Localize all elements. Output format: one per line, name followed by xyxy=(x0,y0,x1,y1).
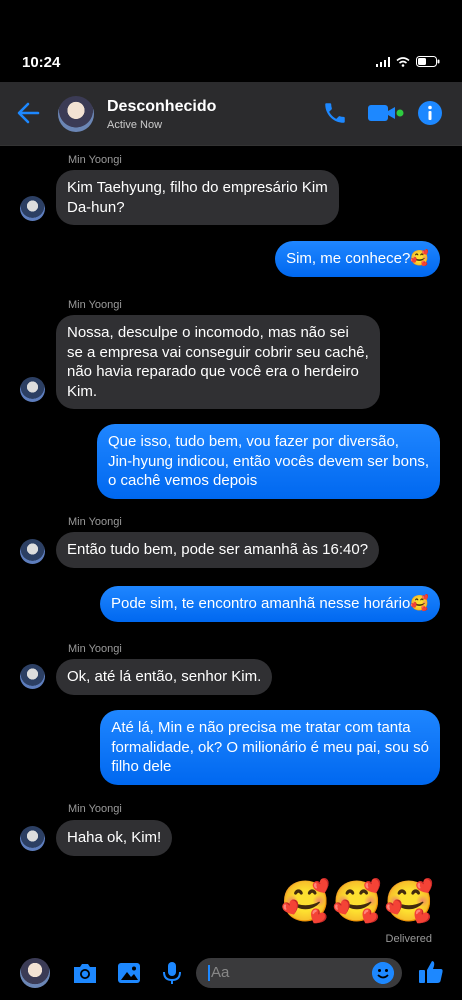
sender-name: Min Yoongi xyxy=(68,643,122,655)
gallery-icon[interactable] xyxy=(116,960,142,986)
back-arrow-icon[interactable] xyxy=(16,100,42,126)
outgoing-message[interactable]: Pode sim, te encontro amanhã nesse horár… xyxy=(99,586,440,622)
delivery-status: Delivered xyxy=(385,933,432,945)
sender-avatar[interactable] xyxy=(20,539,45,564)
message-list[interactable]: Min Yoongi Kim Taehyung, filho do empres… xyxy=(0,146,462,946)
outgoing-message[interactable]: Até lá, Min e não precisa me tratar com … xyxy=(100,710,440,785)
composer-bar: Aa xyxy=(0,946,462,1000)
signal-icon xyxy=(376,56,390,67)
sender-avatar[interactable] xyxy=(20,377,45,402)
incoming-message[interactable]: Kim Taehyung, filho do empresário Kim Da… xyxy=(56,170,339,225)
thumbs-up-icon[interactable] xyxy=(417,958,445,986)
status-icons xyxy=(376,56,440,67)
contact-name[interactable]: Desconhecido xyxy=(107,98,216,116)
status-time: 10:24 xyxy=(22,54,61,71)
my-avatar[interactable] xyxy=(20,958,50,988)
sender-avatar[interactable] xyxy=(20,826,45,851)
camera-icon[interactable] xyxy=(71,960,99,986)
contact-status: Active Now xyxy=(107,119,163,131)
conversation-header: Desconhecido Active Now xyxy=(0,82,462,146)
microphone-icon[interactable] xyxy=(160,960,184,986)
message-input[interactable]: Aa xyxy=(196,958,402,988)
contact-avatar[interactable] xyxy=(58,96,94,132)
incoming-message[interactable]: Então tudo bem, pode ser amanhã às 16:40… xyxy=(56,532,380,568)
outgoing-message[interactable]: Sim, me conhece?🥰 xyxy=(275,241,440,277)
info-icon[interactable] xyxy=(417,100,443,126)
sender-name: Min Yoongi xyxy=(68,154,122,166)
phone-icon[interactable] xyxy=(322,100,348,126)
text-caret xyxy=(208,965,210,982)
status-bar: 10:24 xyxy=(0,0,462,82)
sender-name: Min Yoongi xyxy=(68,299,122,311)
sender-name: Min Yoongi xyxy=(68,803,122,815)
sender-avatar[interactable] xyxy=(20,196,45,221)
incoming-message[interactable]: Haha ok, Kim! xyxy=(56,820,173,856)
input-placeholder: Aa xyxy=(211,964,230,981)
emoji-message[interactable]: 🥰🥰🥰 xyxy=(281,878,436,925)
sender-name: Min Yoongi xyxy=(68,516,122,528)
video-icon[interactable] xyxy=(366,100,404,126)
outgoing-message[interactable]: Que isso, tudo bem, vou fazer por divers… xyxy=(96,424,440,499)
sender-avatar[interactable] xyxy=(20,664,45,689)
incoming-message[interactable]: Nossa, desculpe o incomodo, mas não sei … xyxy=(56,315,380,409)
incoming-message[interactable]: Ok, até lá então, senhor Kim. xyxy=(56,659,273,695)
battery-icon xyxy=(416,56,440,67)
wifi-icon xyxy=(396,56,410,67)
emoji-icon[interactable] xyxy=(372,962,394,984)
